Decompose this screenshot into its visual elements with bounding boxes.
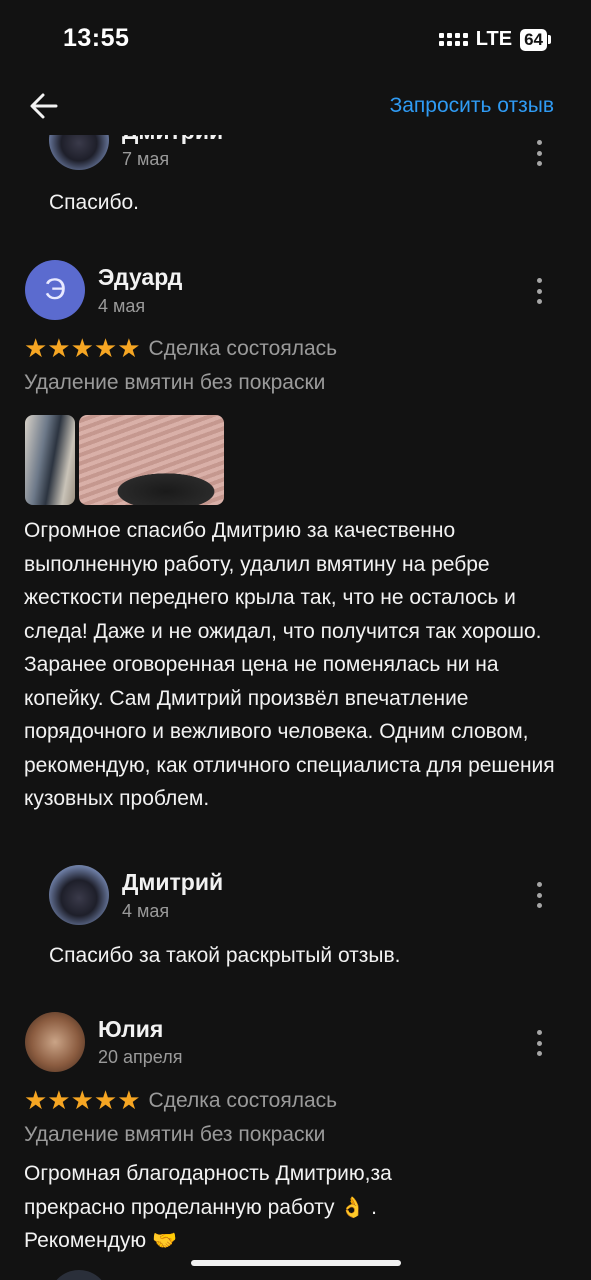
reply-author: Дмитрий (122, 869, 224, 895)
avatar[interactable] (49, 865, 109, 925)
ok-hand-icon: 👌 (340, 1194, 366, 1219)
star-rating: ★★★★★ (24, 1085, 141, 1115)
review-date: 20 апреля (98, 1047, 183, 1067)
network-type: LTE (475, 28, 513, 50)
avatar[interactable]: Э (25, 260, 85, 320)
more-menu-icon[interactable] (529, 140, 549, 166)
signal-icon (438, 33, 468, 46)
service-name: Удаление вмятин без покраски (24, 1123, 326, 1146)
reply-text: Спасибо за такой раскрытый отзыв. (49, 944, 401, 967)
arrow-left-icon (30, 93, 58, 119)
review-text-line: Рекомендую 🤝 (24, 1228, 177, 1252)
status-bar: 13:55 LTE 64 (0, 0, 591, 80)
reply-top-container: Дмитрий 7 мая Спасибо. (0, 135, 591, 230)
more-menu-icon[interactable] (529, 1030, 549, 1056)
battery-level: 64 (520, 28, 547, 51)
request-review-button[interactable]: Запросить отзыв (390, 94, 554, 118)
deal-status: Сделка состоялась (148, 1088, 338, 1112)
reply-date: 7 мая (122, 149, 170, 169)
review-text: Огромное спасибо Дмитрию за качественно … (24, 519, 555, 810)
more-menu-icon[interactable] (529, 882, 549, 908)
service-name: Удаление вмятин без покраски (24, 371, 326, 394)
status-time: 13:55 (63, 24, 130, 52)
review-photo[interactable] (25, 415, 75, 505)
more-menu-icon[interactable] (529, 278, 549, 304)
battery-icon: 64 (520, 28, 551, 51)
status-icons: LTE 64 (438, 28, 551, 51)
avatar[interactable] (25, 1012, 85, 1072)
top-bar: Запросить отзыв (0, 80, 591, 135)
reply-date: 4 мая (122, 901, 170, 921)
back-button[interactable] (26, 88, 62, 124)
star-rating: ★★★★★ (24, 333, 141, 363)
avatar[interactable] (49, 135, 109, 170)
deal-status: Сделка состоялась (148, 336, 338, 360)
rating-row: ★★★★★ Сделка состоялась (24, 333, 337, 364)
rating-row: ★★★★★ Сделка состоялась (24, 1085, 337, 1116)
reply-author: Дмитрий (122, 135, 223, 145)
review-author: Эдуард (98, 264, 183, 290)
review-text-line: Огромная благодарность Дмитрию,за (24, 1162, 392, 1185)
review-date: 4 мая (98, 296, 146, 316)
review-text: Огромная благодарность Дмитрию,за прекра… (24, 1157, 572, 1258)
review-text-line: прекрасно проделанную работу 👌 . (24, 1194, 377, 1219)
review-author: Юлия (98, 1016, 164, 1042)
handshake-icon: 🤝 (151, 1228, 177, 1252)
review-photo[interactable] (79, 415, 224, 505)
home-indicator[interactable] (191, 1260, 401, 1266)
reply-text: Спасибо. (49, 191, 139, 214)
avatar[interactable] (49, 1270, 109, 1280)
